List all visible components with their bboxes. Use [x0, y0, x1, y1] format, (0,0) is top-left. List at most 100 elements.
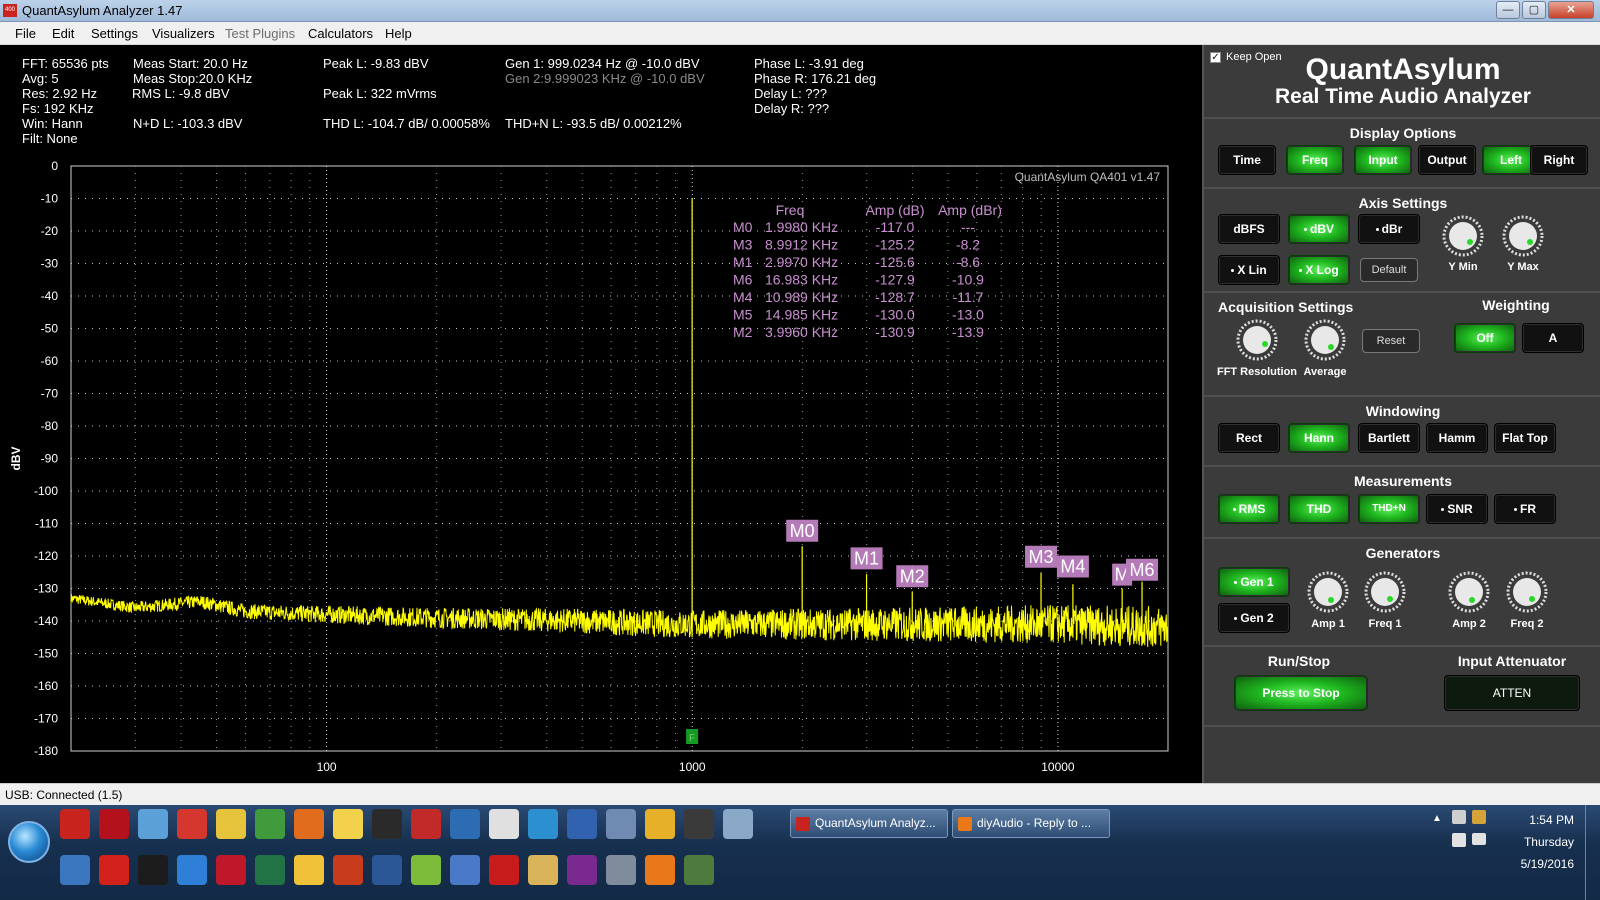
amp2-knob[interactable] [1448, 571, 1490, 613]
rect-window-button[interactable]: Rect [1218, 423, 1280, 453]
average-knob[interactable] [1304, 319, 1346, 361]
axis-default-button[interactable]: Default [1360, 258, 1418, 282]
fr-button[interactable]: FR [1494, 494, 1556, 524]
clock-time[interactable]: 1:54 PM [1529, 813, 1574, 827]
minimize-button[interactable]: — [1496, 1, 1520, 19]
rocket-icon[interactable] [294, 809, 324, 839]
taskbar-window-label: QuantAsylum Analyz... [815, 816, 936, 830]
folder-icon[interactable] [528, 855, 558, 885]
ie-icon[interactable] [177, 855, 207, 885]
camera-icon[interactable] [606, 855, 636, 885]
dbfs-button[interactable]: dBFS [1218, 214, 1280, 244]
terminal-icon[interactable] [372, 809, 402, 839]
maximize-button[interactable]: ▢ [1522, 1, 1546, 19]
dbr-button[interactable]: dBr [1358, 214, 1420, 244]
duck-icon[interactable] [333, 809, 363, 839]
volume-icon[interactable] [1452, 810, 1466, 824]
radar-icon[interactable] [411, 809, 441, 839]
tool-icon[interactable] [216, 809, 246, 839]
display-tray-icon[interactable] [1472, 833, 1486, 845]
flag-icon[interactable] [1472, 810, 1486, 824]
synaptics-icon[interactable] [684, 855, 714, 885]
window-title: QuantAsylum Analyzer 1.47 [22, 3, 183, 18]
gen2-button[interactable]: Gen 2 [1218, 603, 1290, 633]
winrar-icon[interactable] [567, 855, 597, 885]
menu-file[interactable]: File [15, 26, 36, 41]
fc-icon[interactable] [567, 809, 597, 839]
spectrum-chart[interactable]: 0 -10 -20 -30 -40 -50 -60 -70 -80 -90 -100 -110 -120… [0, 45, 1200, 783]
taskbar-window-diyaudio[interactable]: diyAudio - Reply to ... [952, 809, 1110, 838]
press-to-stop-button[interactable]: Press to Stop [1234, 675, 1368, 711]
tray-arrow-icon[interactable]: ▲ [1432, 813, 1442, 824]
altium-icon[interactable] [216, 855, 246, 885]
flattop-window-button[interactable]: Flat Top [1494, 423, 1556, 453]
paint-icon[interactable] [99, 855, 129, 885]
thdn-button[interactable]: THD+N [1358, 494, 1420, 524]
device-icon[interactable] [450, 855, 480, 885]
acquisition-title: Acquisition Settings [1218, 299, 1354, 315]
word-icon[interactable] [372, 855, 402, 885]
hamm-window-button[interactable]: Hamm [1426, 423, 1488, 453]
mail-icon[interactable] [294, 855, 324, 885]
menu-help[interactable]: Help [385, 26, 412, 41]
start-button[interactable] [8, 821, 50, 863]
bartlett-window-button[interactable]: Bartlett [1358, 423, 1420, 453]
atten-button[interactable]: ATTEN [1444, 675, 1580, 711]
marker-table-cell: -130.0 [875, 307, 915, 323]
chart-icon[interactable] [255, 809, 285, 839]
weighting-off-button[interactable]: Off [1454, 323, 1516, 353]
freq-button[interactable]: Freq [1286, 145, 1344, 175]
menu-edit[interactable]: Edit [52, 26, 74, 41]
input-button[interactable]: Input [1354, 145, 1412, 175]
thd-button[interactable]: THD [1288, 494, 1350, 524]
network-icon[interactable] [138, 809, 168, 839]
network-tray-icon[interactable] [1452, 833, 1466, 847]
brand-title: QuantAsylum [1305, 53, 1501, 86]
excel-icon[interactable] [255, 855, 285, 885]
taskbar-window-quantasylum[interactable]: QuantAsylum Analyz... [790, 809, 948, 838]
hann-window-button[interactable]: Hann [1288, 423, 1350, 453]
right-channel-button[interactable]: Right [1530, 145, 1588, 175]
show-desktop-button[interactable] [1585, 805, 1600, 900]
sync-icon[interactable] [60, 855, 90, 885]
eagle-icon[interactable] [489, 809, 519, 839]
gen1-button[interactable]: Gen 1 [1218, 567, 1290, 597]
display-options-title: Display Options [1349, 125, 1457, 141]
dbv-button[interactable]: dBV [1288, 214, 1350, 244]
y-min-knob[interactable] [1442, 215, 1484, 257]
y-max-knob[interactable] [1502, 215, 1544, 257]
media-icon[interactable] [333, 855, 363, 885]
menu-calculators[interactable]: Calculators [308, 26, 373, 41]
marker-table-cell: 14.985 KHz [765, 307, 838, 323]
x-log-button[interactable]: X Log [1288, 255, 1350, 285]
time-button[interactable]: Time [1218, 145, 1276, 175]
freq1-knob[interactable] [1364, 571, 1406, 613]
kodi-icon[interactable] [528, 809, 558, 839]
fft-resolution-knob[interactable] [1236, 319, 1278, 361]
games-icon[interactable] [411, 855, 441, 885]
ltspice-icon[interactable] [606, 809, 636, 839]
rms-button[interactable]: RMS [1218, 494, 1280, 524]
drive-icon[interactable] [684, 809, 714, 839]
output-button[interactable]: Output [1418, 145, 1476, 175]
freq2-knob[interactable] [1506, 571, 1548, 613]
reset-button[interactable]: Reset [1362, 329, 1420, 353]
pdf-icon[interactable] [99, 809, 129, 839]
c64-icon[interactable] [177, 809, 207, 839]
close-button[interactable]: ✕ [1548, 1, 1594, 19]
menu-test-plugins[interactable]: Test Plugins [225, 26, 295, 41]
acrobat-icon[interactable] [60, 809, 90, 839]
chrome-icon[interactable] [645, 809, 675, 839]
x-lin-button[interactable]: X Lin [1218, 255, 1280, 285]
firefox-icon[interactable] [645, 855, 675, 885]
marker-table-cell: -125.6 [875, 254, 915, 270]
hal-icon[interactable] [489, 855, 519, 885]
outlook-icon[interactable] [450, 809, 480, 839]
kindle-icon[interactable] [138, 855, 168, 885]
weighting-a-button[interactable]: A [1522, 323, 1584, 353]
snr-button[interactable]: SNR [1426, 494, 1488, 524]
menu-settings[interactable]: Settings [91, 26, 138, 41]
calculator-icon[interactable] [723, 809, 753, 839]
amp1-knob[interactable] [1307, 571, 1349, 613]
menu-visualizers[interactable]: Visualizers [152, 26, 215, 41]
